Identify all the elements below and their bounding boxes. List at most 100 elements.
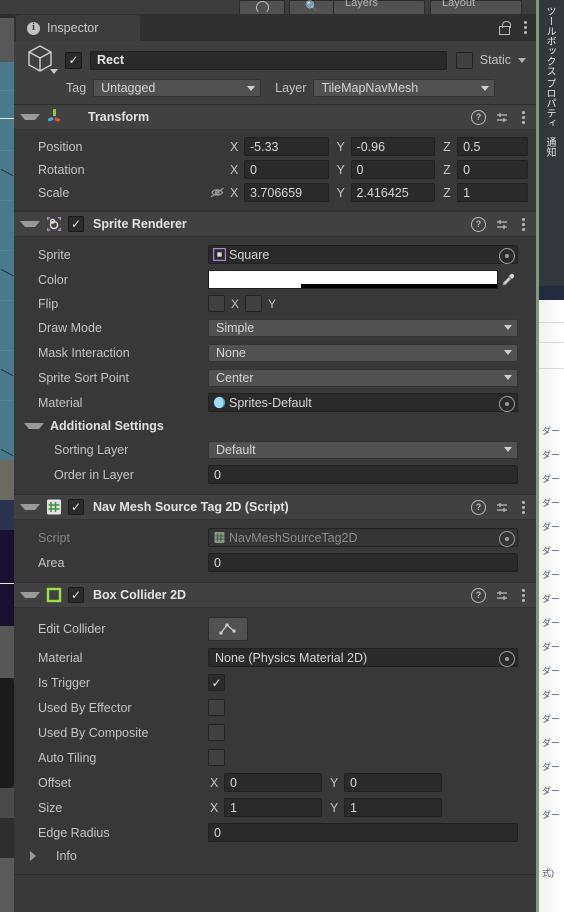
material-object-field[interactable]: Sprites-Default [208,393,518,412]
list-item[interactable]: ダー [542,664,560,677]
size-x-input[interactable]: 1 [224,798,322,817]
sprite-renderer-enabled-checkbox[interactable]: ✓ [68,216,84,232]
static-checkbox[interactable] [455,51,473,69]
kebab-menu-icon[interactable] [519,216,528,233]
tab-inspector[interactable]: i Inspector [16,15,140,41]
used-by-composite-checkbox[interactable] [208,724,225,741]
kebab-menu-icon[interactable] [521,19,530,36]
tag-dropdown[interactable]: Untagged [93,79,262,97]
collider-material-object-field[interactable]: None (Physics Material 2D) [208,648,518,667]
area-input[interactable]: 0 [208,553,518,572]
rotation-y-input[interactable]: 0 [350,160,436,179]
size-y-input[interactable]: 1 [344,798,442,817]
auto-tiling-checkbox[interactable] [208,749,225,766]
nav-mesh-source-tag-title: Nav Mesh Source Tag 2D (Script) [93,500,289,514]
foldout-arrow-icon[interactable] [20,221,40,227]
list-item[interactable]: ダー [542,712,560,725]
preset-icon[interactable] [496,218,509,231]
used-by-effector-checkbox[interactable] [208,699,225,716]
object-picker-icon[interactable] [499,531,515,547]
flip-x-checkbox[interactable] [208,295,225,312]
list-item[interactable]: ダー [542,640,560,653]
foldout-arrow-icon[interactable] [20,592,40,598]
offset-y-input[interactable]: 0 [344,773,442,792]
kebab-menu-icon[interactable] [519,109,528,126]
preset-icon[interactable] [496,111,509,124]
offset-x-input[interactable]: 0 [224,773,322,792]
sorting-layer-dropdown[interactable]: Default [208,440,518,459]
position-x-input[interactable]: -5.33 [244,137,329,156]
vertical-tab-notification[interactable]: 通知 [542,137,557,157]
list-item[interactable]: ダー [542,616,560,629]
eyedropper-icon[interactable] [498,270,518,289]
flip-label: Flip [38,296,59,311]
gameobject-enabled-checkbox[interactable]: ✓ [65,51,82,69]
kebab-menu-icon[interactable] [519,499,528,516]
box-collider-2d-header[interactable]: ✓ Box Collider 2D ? [14,583,536,608]
list-item[interactable]: ダー [542,688,560,701]
position-y-input[interactable]: -0.96 [350,137,436,156]
axis-z-label: Z [443,185,451,200]
rotation-x-input[interactable]: 0 [244,160,329,179]
object-picker-icon[interactable] [499,396,515,412]
object-picker-icon[interactable] [499,248,515,264]
list-item[interactable]: ダー [542,760,560,773]
transform-position-row: Position X -5.33 Y -0.96 Z 0.5 [22,135,528,158]
info-foldout[interactable]: Info [22,845,528,867]
lock-icon[interactable] [499,21,511,35]
rotation-z-input[interactable]: 0 [457,160,528,179]
list-item[interactable]: ダー [542,520,560,533]
flip-y-checkbox[interactable] [245,295,263,312]
scene-highlight-line-2 [0,583,14,584]
sprite-sort-point-dropdown[interactable]: Center [208,368,518,387]
preset-icon[interactable] [496,501,509,514]
static-dropdown-arrow[interactable] [518,57,526,63]
object-picker-icon[interactable] [499,651,515,667]
sprite-object-field[interactable]: Square [208,245,518,264]
foldout-arrow-icon[interactable] [20,114,40,120]
list-item[interactable]: ダー [542,424,560,437]
layers-label: Layers [345,0,379,9]
help-icon[interactable]: ? [471,587,486,603]
edge-radius-input[interactable]: 0 [208,823,518,842]
help-icon[interactable]: ? [471,216,486,232]
help-icon[interactable]: ? [471,109,486,125]
draw-mode-value: Simple [216,320,255,335]
edit-collider-button[interactable] [208,617,248,641]
vertical-tab-toolbox[interactable]: ツールボックス [542,6,557,76]
foldout-arrow-icon[interactable] [20,504,40,510]
scale-y-input[interactable]: 2.416425 [350,183,436,202]
list-item[interactable]: ダー [542,784,560,797]
script-asset-icon [213,531,226,544]
scale-z-input[interactable]: 1 [457,183,528,202]
additional-settings-foldout[interactable]: Additional Settings [22,415,528,437]
preset-icon[interactable] [496,589,509,602]
list-item[interactable]: ダー [542,472,560,485]
layer-dropdown[interactable]: TileMapNavMesh [313,79,496,97]
list-item[interactable]: ダー [542,544,560,557]
list-item[interactable]: ダー [542,808,560,821]
list-item[interactable]: ダー [542,592,560,605]
vertical-tab-properties[interactable]: プロパティ [542,78,557,128]
sprite-label: Sprite [38,247,71,262]
nav-mesh-source-tag-header[interactable]: ✓ Nav Mesh Source Tag 2D (Script) ? [14,495,536,520]
kebab-menu-icon[interactable] [519,587,528,604]
help-icon[interactable]: ? [471,499,486,515]
list-item[interactable]: ダー [542,568,560,581]
list-item[interactable]: ダー [542,736,560,749]
nav-mesh-source-tag-enabled-checkbox[interactable]: ✓ [68,499,84,515]
sprite-renderer-header[interactable]: ✓ Sprite Renderer ? [14,212,536,237]
order-in-layer-input[interactable]: 0 [208,465,518,484]
mask-interaction-dropdown[interactable]: None [208,343,518,362]
position-z-input[interactable]: 0.5 [457,137,528,156]
list-item[interactable]: ダー [542,496,560,509]
constrain-proportions-off-icon[interactable] [208,186,226,199]
transform-header[interactable]: Transform ? [14,105,536,130]
box-collider-2d-enabled-checkbox[interactable]: ✓ [68,587,84,603]
list-item[interactable]: ダー [542,448,560,461]
is-trigger-checkbox[interactable]: ✓ [208,674,225,691]
scale-x-input[interactable]: 3.706659 [244,183,329,202]
draw-mode-dropdown[interactable]: Simple [208,318,518,337]
color-swatch[interactable] [208,270,498,289]
gameobject-name-input[interactable]: Rect [90,50,447,70]
